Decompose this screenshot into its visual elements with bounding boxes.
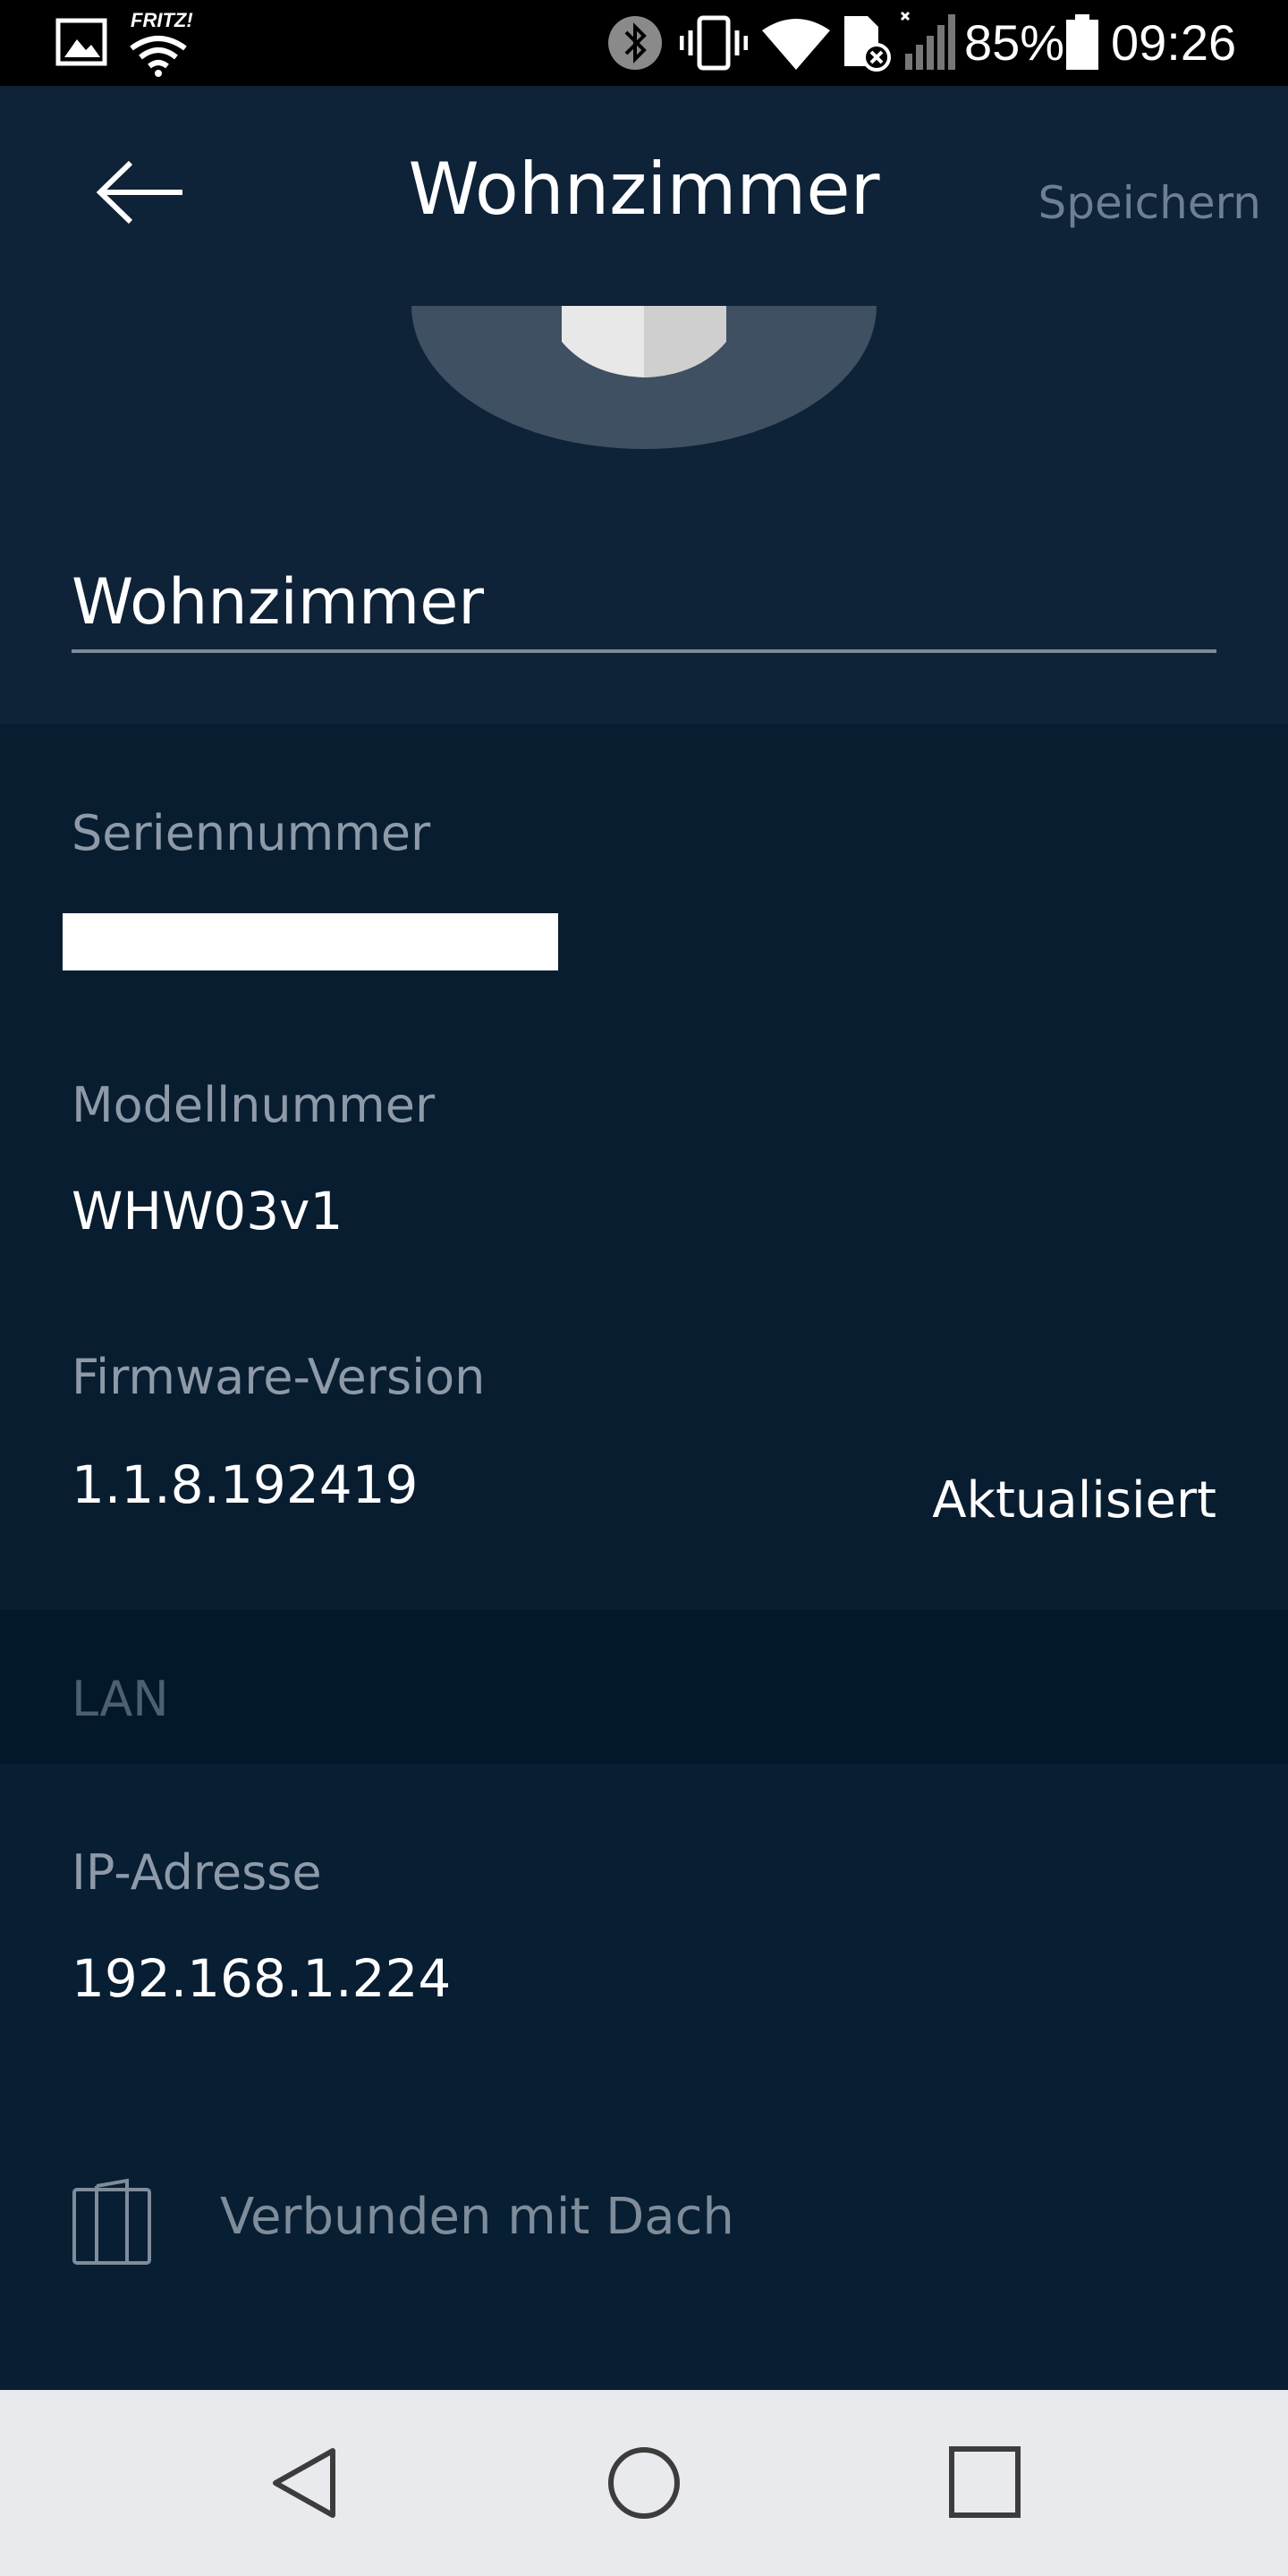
fritz-label: FRITZ! xyxy=(131,9,193,31)
bluetooth-icon xyxy=(608,16,662,70)
fritz-wifi-icon: FRITZ! xyxy=(127,9,199,77)
status-bar: FRITZ! 85% 09:26 xyxy=(0,0,1288,86)
image-icon xyxy=(55,18,107,66)
device-name-input[interactable] xyxy=(72,555,1216,653)
vibrate-icon xyxy=(680,15,748,71)
save-button[interactable]: Speichern xyxy=(1038,177,1261,229)
model-number-value: WHW03v1 xyxy=(72,1181,343,1241)
recents-square-icon xyxy=(949,2446,1021,2518)
lan-section-title: LAN xyxy=(72,1671,169,1727)
connected-node-row[interactable]: Verbunden mit Dach xyxy=(0,2129,1288,2308)
firmware-status: Aktualisiert xyxy=(932,1471,1216,1530)
clock: 09:26 xyxy=(1111,14,1237,71)
ip-address-value: 192.168.1.224 xyxy=(72,1948,452,2009)
firmware-version-value: 1.1.8.192419 xyxy=(72,1454,419,1515)
nav-home-button[interactable] xyxy=(606,2445,682,2524)
model-number-label: Modellnummer xyxy=(72,1077,436,1133)
battery-icon xyxy=(1066,14,1098,70)
serial-number-redacted xyxy=(63,913,558,970)
nav-recents-button[interactable] xyxy=(948,2445,1021,2522)
firmware-version-label: Firmware-Version xyxy=(72,1349,486,1405)
signal-icon xyxy=(900,11,955,70)
connected-node-label: Verbunden mit Dach xyxy=(220,2188,734,2246)
sim-off-icon xyxy=(844,16,891,72)
velop-node-image xyxy=(411,306,877,449)
lan-section-header: LAN xyxy=(0,1610,1288,1764)
system-nav-bar xyxy=(0,2390,1288,2576)
home-circle-icon xyxy=(608,2447,680,2519)
wifi-icon xyxy=(762,19,830,70)
node-icon xyxy=(72,2178,151,2265)
back-triangle-icon xyxy=(273,2448,335,2518)
ip-address-label: IP-Adresse xyxy=(72,1844,322,1901)
nav-back-button[interactable] xyxy=(268,2445,340,2524)
battery-percent: 85% xyxy=(964,14,1065,71)
serial-number-label: Seriennummer xyxy=(72,805,431,861)
